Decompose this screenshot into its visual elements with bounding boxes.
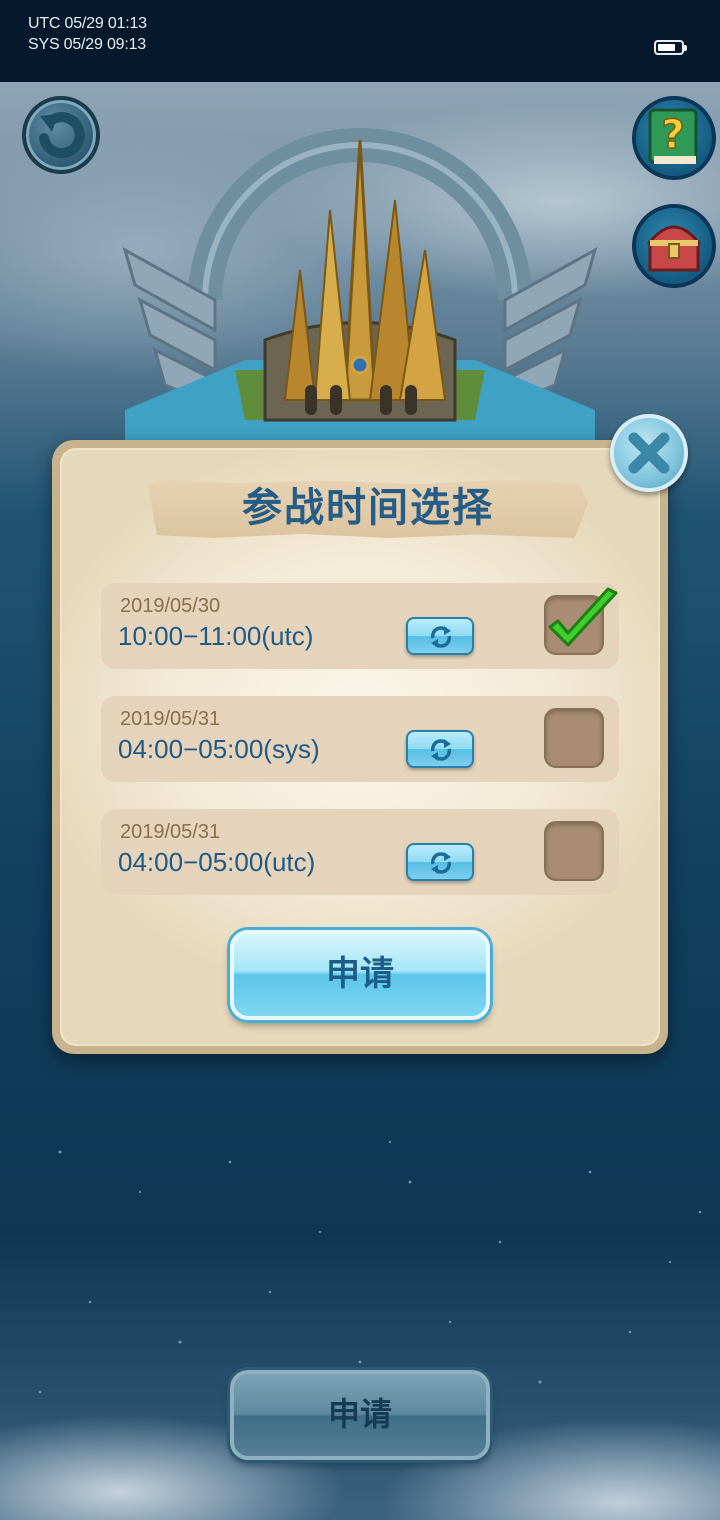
- back-button[interactable]: [22, 96, 100, 174]
- slot-date: 2019/05/31: [120, 708, 221, 730]
- treasure-chest-icon: [646, 225, 702, 272]
- refresh-icon: [431, 739, 451, 761]
- help-button[interactable]: ?: [632, 96, 716, 180]
- apply-button[interactable]: 申请: [230, 930, 490, 1020]
- slot-checkbox[interactable]: [544, 708, 604, 768]
- sys-time-text: SYS 05/29 09:13: [28, 36, 146, 53]
- time-slot-3[interactable]: 2019/05/31 04:00−05:00(utc): [101, 809, 619, 895]
- slot-time: 04:00−05:00(utc): [118, 847, 316, 877]
- slot-date: 2019/05/31: [120, 821, 221, 843]
- time-slot-2[interactable]: 2019/05/31 04:00−05:00(sys): [101, 696, 619, 782]
- utc-time-text: UTC 05/29 01:13: [28, 15, 147, 32]
- svg-text:?: ?: [661, 112, 684, 158]
- battery-level: [658, 44, 675, 51]
- refresh-icon: [431, 852, 451, 874]
- slot-time: 10:00−11:00(utc): [118, 621, 314, 651]
- refresh-button[interactable]: [406, 843, 474, 881]
- castle-emblem: [122, 128, 598, 450]
- refresh-button[interactable]: [406, 617, 474, 655]
- treasure-chest-button[interactable]: [632, 204, 716, 288]
- close-icon: [628, 432, 670, 474]
- slot-checkbox[interactable]: [544, 821, 604, 881]
- battery-icon: [654, 40, 687, 55]
- close-button[interactable]: [610, 414, 688, 492]
- slot-time: 04:00−05:00(sys): [118, 734, 320, 764]
- refresh-icon: [431, 626, 451, 648]
- time-slot-1[interactable]: 2019/05/30 10:00−11:00(utc): [101, 583, 619, 669]
- checkmark-icon: [548, 587, 618, 647]
- status-bar: UTC 05/29 01:13 SYS 05/29 09:13: [0, 0, 720, 82]
- help-book-icon: ?: [648, 108, 698, 164]
- refresh-button[interactable]: [406, 730, 474, 768]
- dialog-title: 参战时间选择: [242, 485, 494, 531]
- back-arrow-icon: [39, 112, 85, 159]
- slot-date: 2019/05/30: [120, 595, 221, 617]
- slot-checkbox[interactable]: [544, 587, 618, 655]
- background-apply-button[interactable]: 申请: [230, 1370, 490, 1460]
